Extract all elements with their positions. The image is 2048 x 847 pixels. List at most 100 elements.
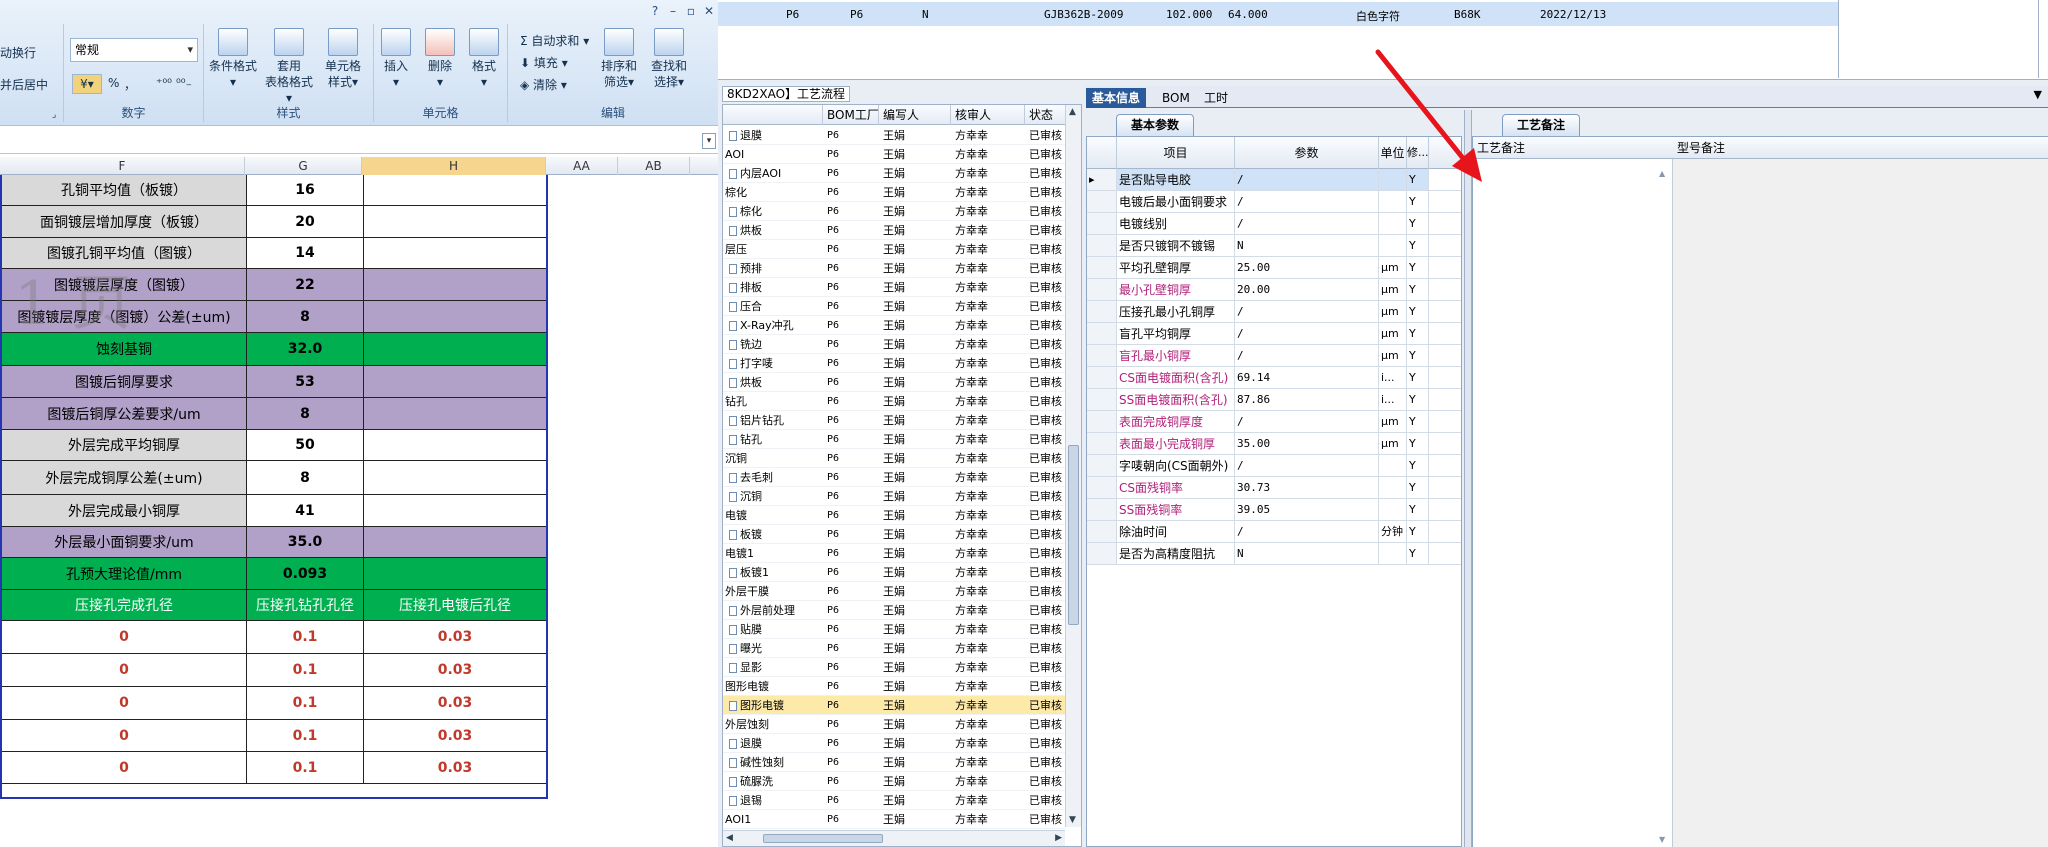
tab-basic-info[interactable]: 基本信息 [1086,88,1147,108]
dialog-launcher-icon[interactable]: ⌟ [52,110,56,120]
comma-style-button[interactable]: ， [124,76,136,93]
close-button[interactable]: ✕ [700,0,718,22]
cell-styles-button[interactable]: 单元格 样式▾ [318,28,368,90]
flow-vertical-scrollbar[interactable]: ▲ ▼ [1065,105,1081,827]
param-row[interactable]: 电镀后最小面铜要求 / Y [1087,191,1461,213]
param-value[interactable]: 87.86 [1235,389,1379,411]
sheet-cell-f[interactable]: 外层完成最小铜厚 [2,495,247,527]
flow-row[interactable]: 沉铜 P6 王娟 方幸幸 已审核 [723,449,1065,468]
sheet-cell-f[interactable]: 0 [2,654,247,687]
tab-dropdown-icon[interactable]: ▼ [2034,88,2042,101]
flow-row[interactable]: X-Ray冲孔 P6 王娟 方幸幸 已审核 [723,316,1065,335]
process-remark-column[interactable]: 工艺备注 ▲ ▼ [1473,137,1673,847]
model-remark-column[interactable]: 型号备注 [1673,137,2048,847]
param-value[interactable]: / [1235,213,1379,235]
tab-process-remarks[interactable]: 工艺备注 [1502,114,1581,136]
sheet-cell-g[interactable]: 53 [247,366,364,398]
sheet-cell-g[interactable]: 35.0 [247,527,364,558]
flow-row[interactable]: 铣边 P6 王娟 方幸幸 已审核 [723,335,1065,354]
sheet-cell-f[interactable]: 压接孔完成孔径 [2,590,247,621]
flow-row[interactable]: 显影 P6 王娟 方幸幸 已审核 [723,658,1065,677]
scroll-up-icon[interactable]: ▲ [1659,169,1665,178]
flow-row[interactable]: 钻孔 P6 王娟 方幸幸 已审核 [723,430,1065,449]
sheet-cell-f[interactable]: 外层最小面铜要求/um [2,527,247,558]
sheet-cell-h[interactable] [364,527,546,558]
scroll-up-icon[interactable]: ▲ [1069,107,1076,117]
param-row[interactable]: CS面电镀面积(含孔) 69.14 i... Y [1087,367,1461,389]
formula-bar[interactable]: ▾ [0,128,718,154]
param-value[interactable]: N [1235,235,1379,257]
param-value[interactable]: / [1235,455,1379,477]
tab-bom[interactable]: BOM [1156,88,1196,108]
param-value[interactable]: 39.05 [1235,499,1379,521]
param-row[interactable]: 表面完成铜厚度 / μm Y [1087,411,1461,433]
params-header-item[interactable]: 项目 [1117,137,1235,169]
autosum-button[interactable]: Σ 自动求和 ▾ [520,32,589,49]
param-value[interactable]: / [1235,323,1379,345]
sheet-cell-f[interactable]: 面铜镀层增加厚度（板镀） [2,206,247,238]
params-header-unit[interactable]: 单位 [1379,137,1407,169]
param-value[interactable]: / [1235,345,1379,367]
param-row[interactable]: 除油时间 / 分钟 Y [1087,521,1461,543]
sheet-cell-g[interactable]: 14 [247,238,364,269]
panel-splitter[interactable] [1464,110,1472,847]
scroll-down-icon[interactable]: ▼ [1659,835,1665,844]
format-button[interactable]: 格式 ▾ [462,28,506,90]
flow-row[interactable]: 铝片钻孔 P6 王娟 方幸幸 已审核 [723,411,1065,430]
sheet-cell-g[interactable]: 8 [247,398,364,430]
col-header-aa[interactable]: AA [546,157,618,175]
flow-row[interactable]: 外层蚀刻 P6 王娟 方幸幸 已审核 [723,715,1065,734]
flow-row[interactable]: 打字唛 P6 王娟 方幸幸 已审核 [723,354,1065,373]
flow-header-writer[interactable]: 编写人 [879,105,951,125]
sheet-cell-f[interactable]: 0 [2,621,247,654]
param-row[interactable]: 表面最小完成铜厚 35.00 μm Y [1087,433,1461,455]
decrease-decimal-button[interactable]: ⁰⁰₋ [176,76,192,90]
sheet-cell-h[interactable] [364,269,546,301]
flow-row[interactable]: 图形电镀 P6 王娟 方幸幸 已审核 [723,696,1065,715]
flow-row[interactable]: 贴膜 P6 王娟 方幸幸 已审核 [723,620,1065,639]
tab-basic-params[interactable]: 基本参数 [1116,114,1195,136]
sheet-cell-g[interactable]: 22 [247,269,364,301]
flow-row[interactable]: 图形电镀 P6 王娟 方幸幸 已审核 [723,677,1065,696]
param-value[interactable]: / [1235,411,1379,433]
flow-row[interactable]: 内层AOI P6 王娟 方幸幸 已审核 [723,164,1065,183]
sheet-cell-f[interactable]: 0 [2,720,247,752]
scroll-right-icon[interactable]: ▶ [1055,833,1062,843]
clear-button[interactable]: ◈ 清除 ▾ [520,76,567,93]
increase-decimal-button[interactable]: ⁺⁰⁰ [156,76,172,90]
sheet-cell-h[interactable]: 0.03 [364,654,546,687]
param-value[interactable]: / [1235,521,1379,543]
conditional-format-button[interactable]: 条件格式 ▾ [208,28,258,90]
param-value[interactable]: 69.14 [1235,367,1379,389]
sheet-cell-h[interactable]: 0.03 [364,687,546,720]
col-header-f[interactable]: F [0,157,245,175]
find-select-button[interactable]: 查找和 选择▾ [644,28,694,90]
sheet-cell-h[interactable]: 0.03 [364,720,546,752]
param-value[interactable]: 30.73 [1235,477,1379,499]
sheet-cell-f[interactable]: 外层完成铜厚公差(±um) [2,461,247,495]
flow-scroll-thumb[interactable] [1068,445,1079,625]
sheet-cell-g[interactable]: 41 [247,495,364,527]
sheet-cell-h[interactable]: 压接孔电镀后孔径 [364,590,546,621]
flow-row[interactable]: 曝光 P6 王娟 方幸幸 已审核 [723,639,1065,658]
param-row[interactable]: SS面残铜率 39.05 Y [1087,499,1461,521]
sheet-cell-g[interactable]: 压接孔钻孔孔径 [247,590,364,621]
flow-row[interactable]: 预排 P6 王娟 方幸幸 已审核 [723,259,1065,278]
sheet-cell-f[interactable]: 孔预大理论值/mm [2,558,247,590]
param-row[interactable]: 是否只镀铜不镀锡 N Y [1087,235,1461,257]
flow-row[interactable]: 碱性蚀刻 P6 王娟 方幸幸 已审核 [723,753,1065,772]
currency-format-icon[interactable]: ¥▾ [72,74,102,94]
flow-row[interactable]: 压合 P6 王娟 方幸幸 已审核 [723,297,1065,316]
delete-button[interactable]: 删除 ▾ [418,28,462,90]
sheet-cell-f[interactable]: 图镀后铜厚公差要求/um [2,398,247,430]
percent-style-button[interactable]: % [108,76,119,90]
flow-row[interactable]: 烘板 P6 王娟 方幸幸 已审核 [723,221,1065,240]
flow-row[interactable]: 去毛刺 P6 王娟 方幸幸 已审核 [723,468,1065,487]
sheet-cell-h[interactable] [364,398,546,430]
param-row[interactable]: 最小孔壁铜厚 20.00 μm Y [1087,279,1461,301]
param-value[interactable]: / [1235,301,1379,323]
sheet-cell-g[interactable]: 20 [247,206,364,238]
param-row[interactable]: 压接孔最小孔铜厚 / μm Y [1087,301,1461,323]
fill-button[interactable]: ⬇ 填充 ▾ [520,54,568,71]
flow-row[interactable]: 电镀 P6 王娟 方幸幸 已审核 [723,506,1065,525]
